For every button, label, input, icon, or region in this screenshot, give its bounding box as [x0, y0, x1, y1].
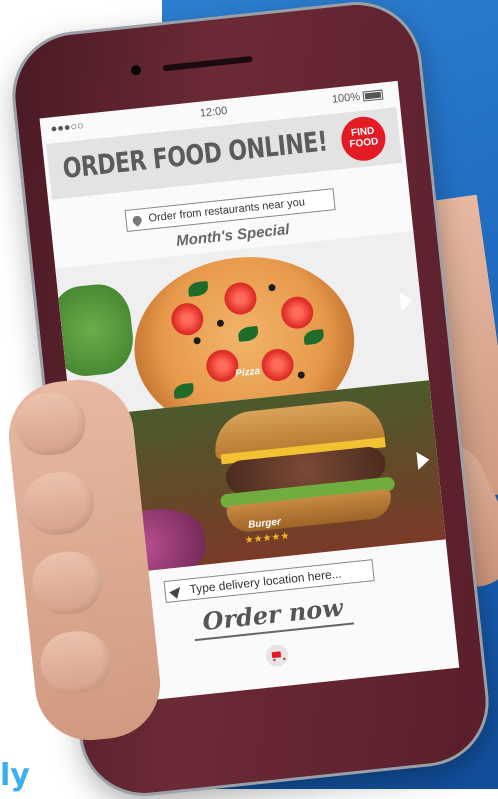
next-slide-arrow-icon[interactable] — [416, 450, 431, 470]
rating-stars-icon: ★★★★★ — [244, 530, 290, 547]
battery-indicator: 100% — [331, 89, 384, 106]
olive — [268, 283, 276, 292]
left-finger — [12, 389, 89, 459]
cart-icon[interactable] — [264, 643, 290, 668]
next-slide-arrow-icon[interactable] — [399, 291, 414, 311]
corner-text: ly — [0, 758, 30, 793]
left-finger — [29, 548, 106, 618]
olive — [216, 319, 225, 328]
olive — [297, 371, 306, 379]
basil-leaf — [303, 329, 325, 346]
restaurant-search-placeholder: Order from restaurants near you — [147, 196, 306, 225]
navigation-arrow-icon — [169, 583, 184, 599]
signal-indicator: ●●●○○ — [50, 119, 85, 136]
basil-leaf — [187, 280, 209, 297]
clock: 12:00 — [199, 104, 228, 120]
tomato-slice — [279, 295, 315, 331]
earpiece-speaker — [162, 55, 253, 72]
order-now-button[interactable]: Order now — [191, 591, 355, 642]
basil-leaf — [237, 325, 259, 342]
location-pin-icon — [130, 213, 144, 227]
front-camera — [130, 64, 142, 76]
battery-percent: 100% — [331, 90, 361, 106]
left-finger — [37, 627, 114, 697]
delivery-location-placeholder: Type delivery location here... — [188, 566, 343, 597]
tomato-slice — [204, 348, 240, 384]
battery-icon — [362, 89, 384, 102]
tomato-slice — [260, 347, 296, 383]
basil-leaf — [173, 382, 195, 399]
find-food-button[interactable]: FIND FOOD — [339, 114, 388, 163]
spinach-garnish — [55, 281, 137, 380]
tomato-slice — [169, 301, 205, 337]
olive — [193, 336, 201, 345]
left-finger — [20, 468, 97, 538]
tomato-slice — [222, 280, 259, 317]
